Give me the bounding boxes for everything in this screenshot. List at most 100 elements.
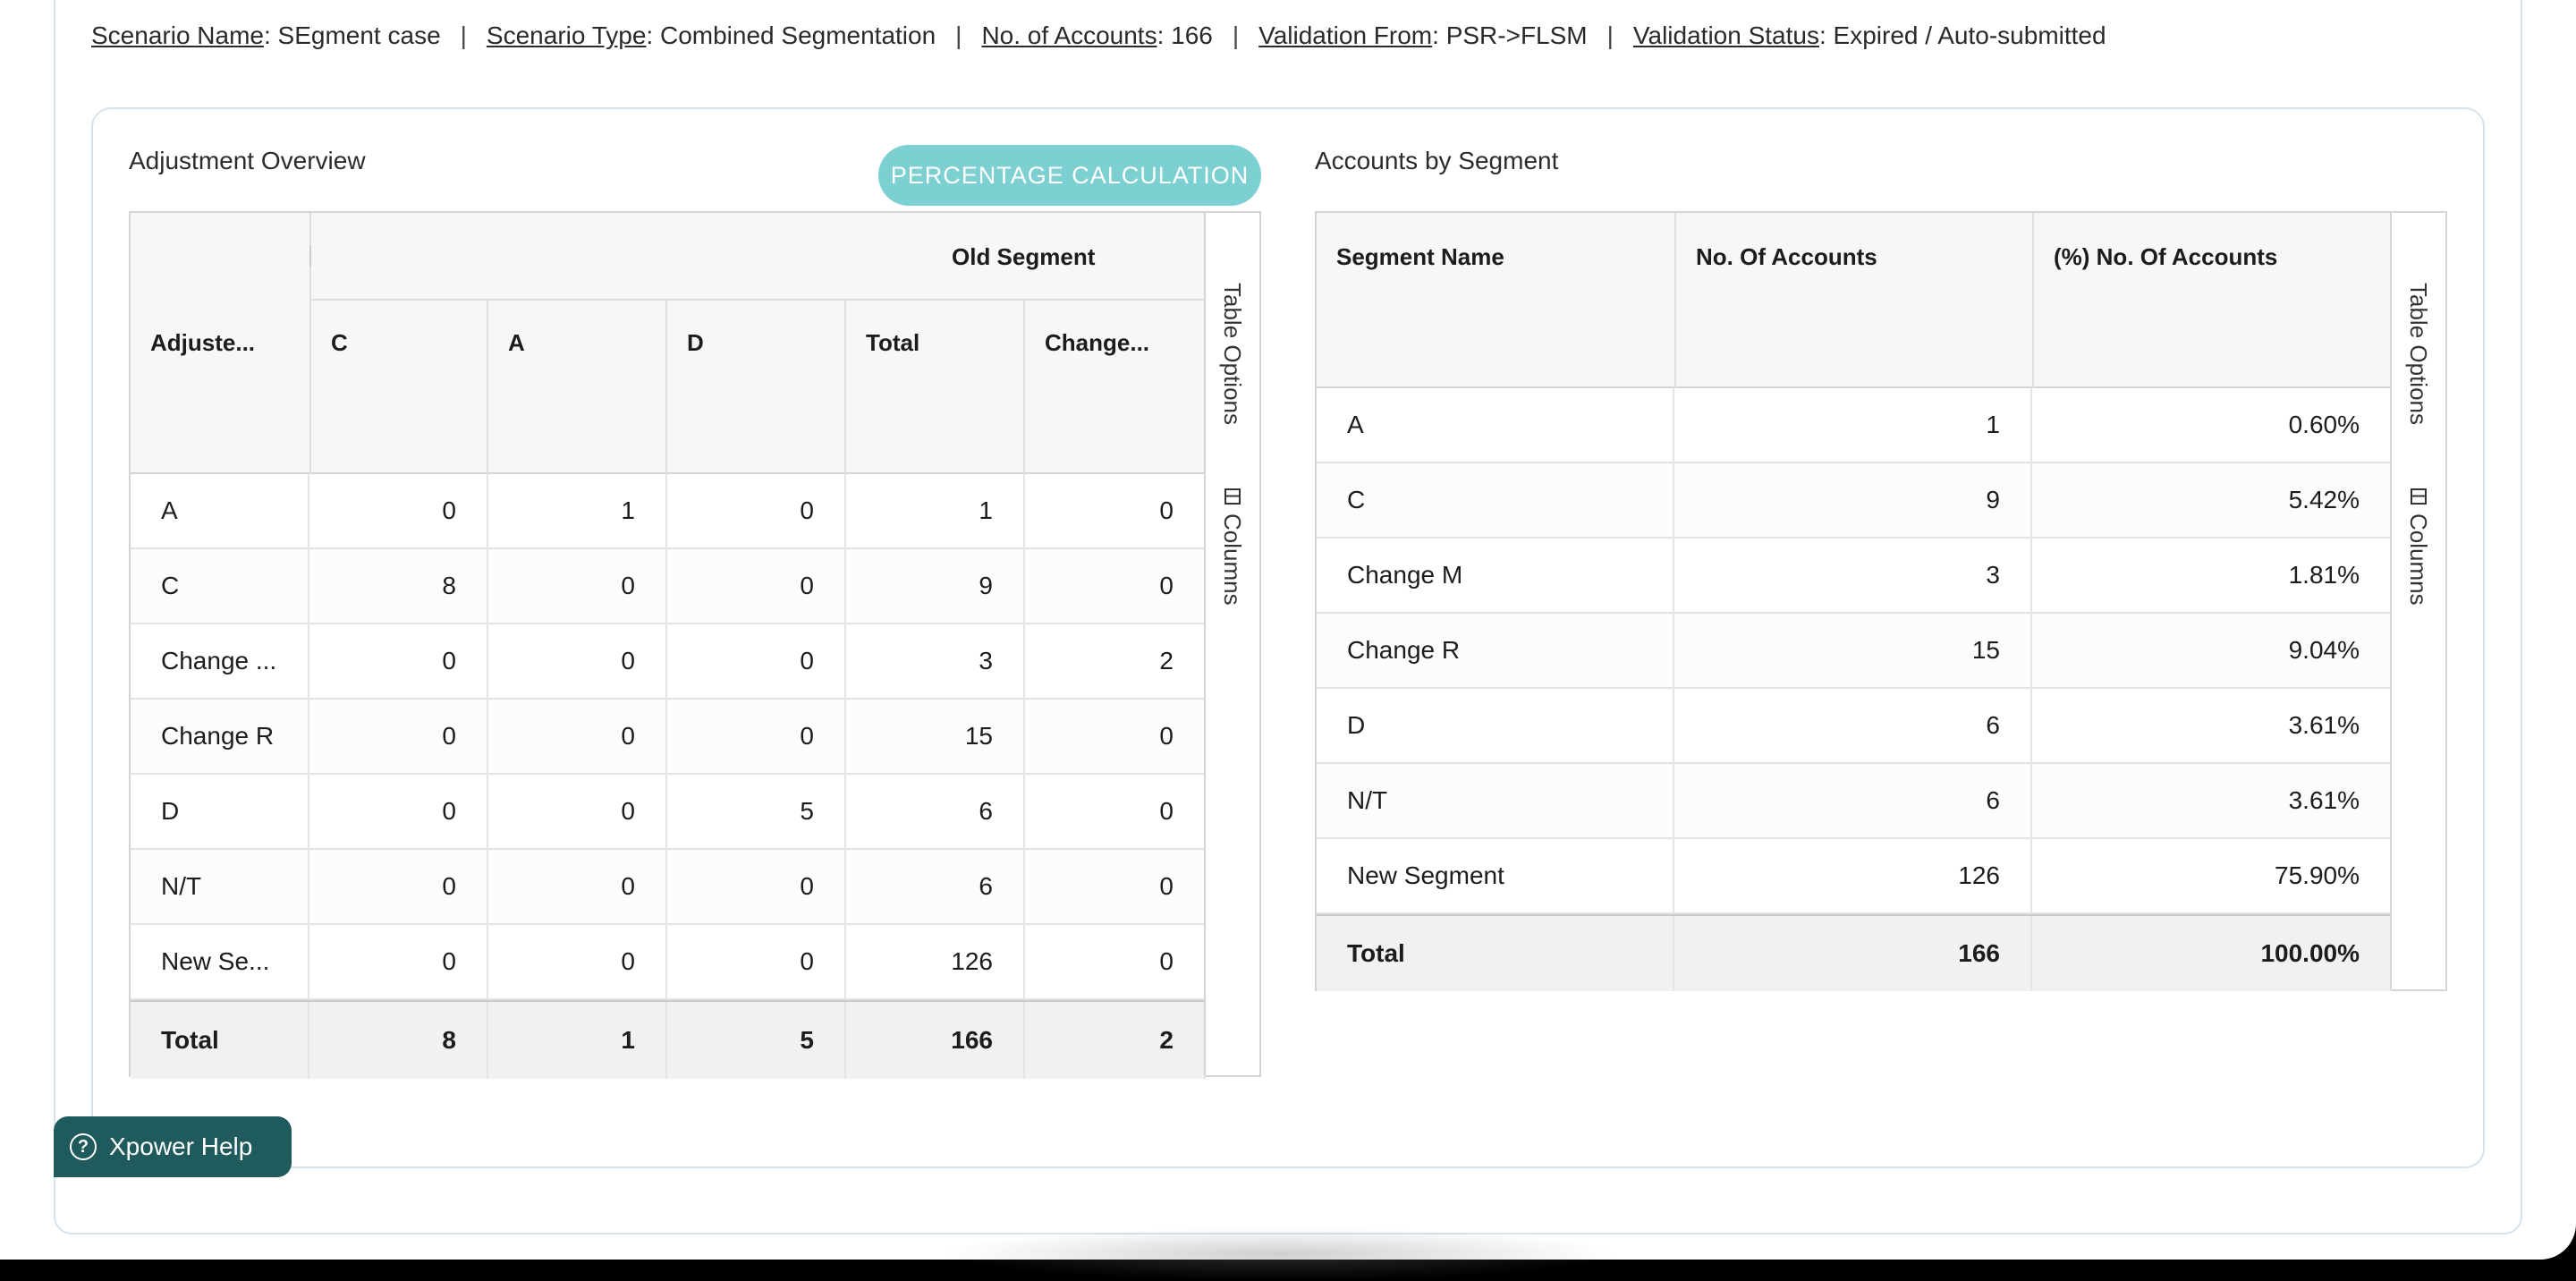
table-row[interactable]: Change R 0 0 0 15 0 [131,700,1206,775]
value-cell[interactable]: 0 [1025,850,1206,923]
column-header-no-of-accounts[interactable]: No. Of Accounts [1696,243,2018,271]
value-cell[interactable]: 75.90% [2032,839,2392,912]
validation-status-label[interactable]: Validation Status [1633,21,1819,50]
column-header-pct-accounts[interactable]: (%) No. Of Accounts [2054,243,2385,271]
value-cell[interactable]: 0 [667,624,846,698]
value-cell[interactable]: 0 [488,925,667,998]
value-cell[interactable]: 0 [1025,700,1206,773]
value-cell[interactable]: 0 [309,850,488,923]
table-row[interactable]: N/T 0 0 0 6 0 [131,850,1206,925]
table-row[interactable]: D00560 [131,775,1206,850]
segments-total-row[interactable]: Total 166 100.00% [1317,914,2392,991]
table-options-tab[interactable]: Table Options [2404,283,2432,425]
adjustment-total-row[interactable]: Total 8 1 5 166 2 [131,1000,1206,1079]
value-cell[interactable]: 1 [488,1002,667,1079]
value-cell[interactable]: 0 [309,474,488,547]
value-cell[interactable]: 1 [1674,388,2032,462]
value-cell[interactable]: 8 [309,1002,488,1079]
table-row[interactable]: N/T 6 3.61% [1317,764,2392,839]
row-label-cell[interactable]: D [1317,689,1674,762]
value-cell[interactable]: 0 [309,700,488,773]
value-cell[interactable]: 5.42% [2032,463,2392,537]
value-cell[interactable]: 0 [1025,474,1206,547]
column-header-d[interactable]: D [687,329,830,357]
value-cell[interactable]: 0 [488,850,667,923]
table-row[interactable]: C 9 5.42% [1317,463,2392,539]
table-row[interactable]: Change M 3 1.81% [1317,539,2392,614]
row-label-cell[interactable]: D [131,775,309,848]
value-cell[interactable]: 15 [1674,614,2032,687]
columns-tab[interactable]: Columns [2404,488,2432,606]
value-cell[interactable]: 3 [1674,539,2032,612]
percentage-calculation-button[interactable]: PERCENTAGE CALCULATION [878,145,1261,206]
value-cell[interactable]: 0 [1025,549,1206,623]
value-cell[interactable]: 2 [1025,1002,1206,1079]
value-cell[interactable]: 0 [488,624,667,698]
row-label-cell[interactable]: N/T [1317,764,1674,837]
column-header-change[interactable]: Change... [1045,329,1197,357]
value-cell[interactable]: 126 [1674,839,2032,912]
value-cell[interactable]: 3 [846,624,1025,698]
value-cell[interactable]: 1 [488,474,667,547]
value-cell[interactable]: 0 [488,549,667,623]
table-row[interactable]: Change R 15 9.04% [1317,614,2392,689]
row-label-cell[interactable]: New Se... [131,925,309,998]
row-label-cell[interactable]: N/T [131,850,309,923]
column-header-a[interactable]: A [508,329,651,357]
value-cell[interactable]: 5 [667,775,846,848]
value-cell[interactable]: 100.00% [2032,916,2392,991]
row-label-cell[interactable]: C [131,549,309,623]
value-cell[interactable]: 9.04% [2032,614,2392,687]
value-cell[interactable]: 9 [846,549,1025,623]
row-label-cell[interactable]: C [1317,463,1674,537]
table-row[interactable]: D 6 3.61% [1317,689,2392,764]
value-cell[interactable]: 2 [1025,624,1206,698]
value-cell[interactable]: 8 [309,549,488,623]
row-label-cell[interactable]: Change M [1317,539,1674,612]
value-cell[interactable]: 0 [667,549,846,623]
table-row[interactable]: Change ... 0 0 0 3 2 [131,624,1206,700]
table-row[interactable]: New Se... 0 0 0 126 0 [131,925,1206,1000]
scenario-name-label[interactable]: Scenario Name [91,21,264,50]
value-cell[interactable]: 166 [846,1002,1025,1079]
column-header-adjusted[interactable]: Adjuste... [150,329,302,357]
scenario-type-label[interactable]: Scenario Type [487,21,647,50]
value-cell[interactable]: 6 [846,775,1025,848]
value-cell[interactable]: 6 [1674,689,2032,762]
value-cell[interactable]: 9 [1674,463,2032,537]
table-options-tab[interactable]: Table Options [1218,283,1246,425]
table-row[interactable]: A 1 0.60% [1317,388,2392,463]
row-label-cell[interactable]: Change ... [131,624,309,698]
value-cell[interactable]: 0 [667,850,846,923]
row-label-cell[interactable]: Total [1317,916,1674,991]
column-header-total[interactable]: Total [866,329,1009,357]
accounts-label[interactable]: No. of Accounts [981,21,1157,50]
row-label-cell[interactable]: A [131,474,309,547]
column-header-segment-name[interactable]: Segment Name [1336,243,1658,271]
value-cell[interactable]: 0 [1025,925,1206,998]
value-cell[interactable]: 3.61% [2032,764,2392,837]
row-label-cell[interactable]: A [1317,388,1674,462]
value-cell[interactable]: 1.81% [2032,539,2392,612]
value-cell[interactable]: 0 [667,474,846,547]
column-header-c[interactable]: C [331,329,474,357]
table-row[interactable]: C80090 [131,549,1206,624]
value-cell[interactable]: 0 [488,700,667,773]
columns-tab[interactable]: Columns [1218,488,1246,606]
table-row[interactable]: New Segment 126 75.90% [1317,839,2392,914]
validation-from-label[interactable]: Validation From [1258,21,1432,50]
value-cell[interactable]: 0 [488,775,667,848]
value-cell[interactable]: 3.61% [2032,689,2392,762]
value-cell[interactable]: 0 [1025,775,1206,848]
row-label-cell[interactable]: Change R [1317,614,1674,687]
value-cell[interactable]: 15 [846,700,1025,773]
value-cell[interactable]: 0 [667,700,846,773]
value-cell[interactable]: 0 [309,775,488,848]
table-row[interactable]: A01010 [131,474,1206,549]
value-cell[interactable]: 1 [846,474,1025,547]
row-label-cell[interactable]: Change R [131,700,309,773]
value-cell[interactable]: 6 [1674,764,2032,837]
value-cell[interactable]: 0 [309,624,488,698]
xpower-help-button[interactable]: ? Xpower Help [54,1116,292,1177]
value-cell[interactable]: 0 [667,925,846,998]
